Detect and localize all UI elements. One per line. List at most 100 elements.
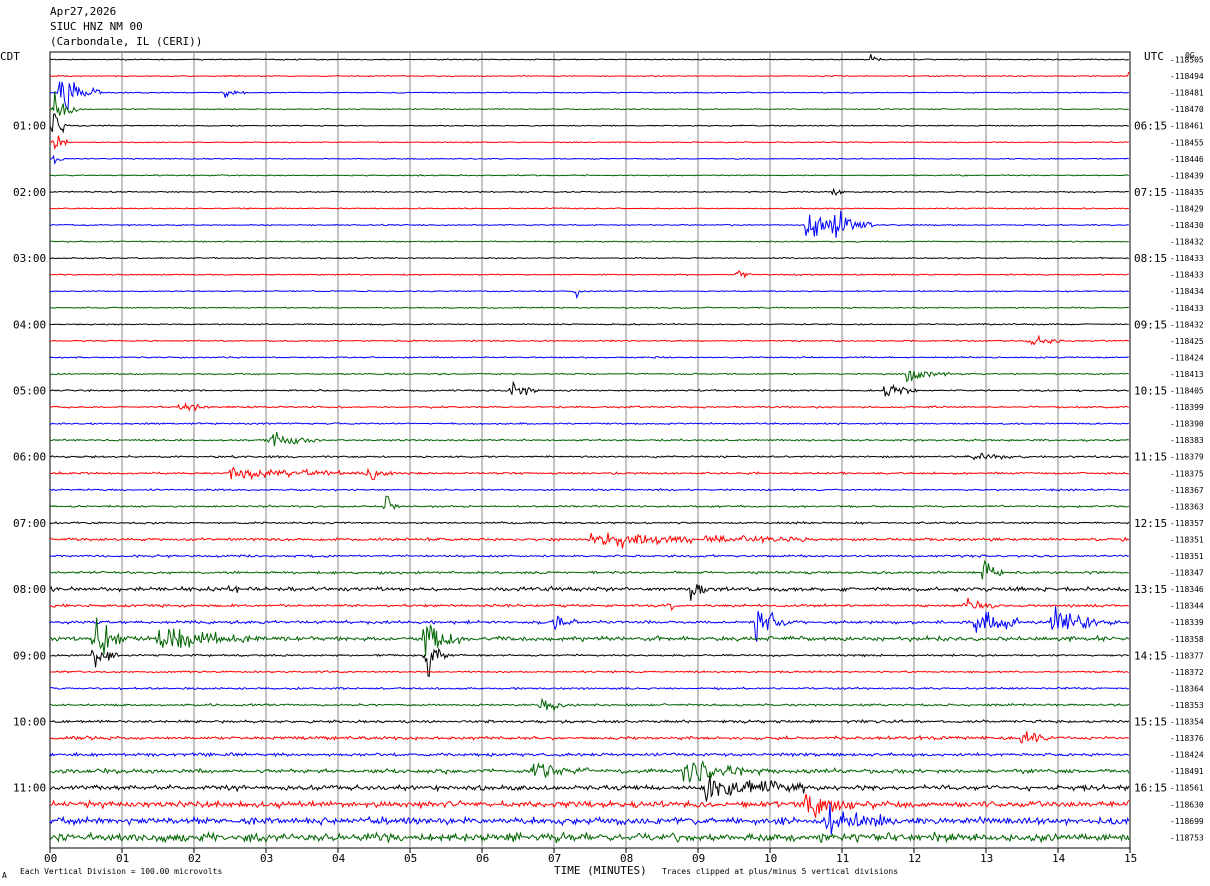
trace-count-label: -118425 [1170,337,1204,346]
left-hour-label: 10:00 [13,716,46,729]
trace-line [49,751,1130,758]
trace-line [49,154,1130,165]
trace-line [49,686,1130,691]
trace-line [49,559,1129,580]
trace-count-label: -118446 [1170,155,1204,164]
trace-line [49,803,1130,835]
trace-count-label: -118491 [1170,767,1204,776]
trace-count-label: -118424 [1170,751,1204,760]
trace-count-label: -118375 [1170,469,1204,478]
left-hour-label: 06:00 [13,451,46,464]
trace-count-label: -118432 [1170,238,1204,247]
trace-count-label: -118364 [1170,684,1204,693]
right-hour-label: 16:15 [1134,782,1167,795]
right-timezone-label: UTC [1144,50,1164,63]
left-hour-label: 01:00 [13,120,46,133]
left-hour-label: 11:00 [13,782,46,795]
trace-line [49,91,1129,116]
x-tick-label: 02 [188,852,201,865]
right-hour-label: 07:15 [1134,186,1167,199]
trace-line [49,289,1130,300]
chart-date: Apr27,2026 [50,5,116,18]
trace-count-label: -118413 [1170,370,1204,379]
trace-count-label: -118433 [1170,304,1204,313]
corner-mark: A [2,871,7,880]
scale-note: Each Vertical Division = 100.00 microvol… [20,867,222,876]
trace-count-label: -118353 [1170,701,1204,710]
right-hour-label: 15:15 [1134,716,1167,729]
right-hour-label: 13:15 [1134,583,1167,596]
x-tick-label: 05 [404,852,417,865]
trace-line [49,584,1129,601]
trace-count-label: -118494 [1170,72,1204,81]
trace-count-label: -118470 [1170,105,1204,114]
x-tick-label: 15 [1124,852,1137,865]
trace-line [49,81,1129,112]
plot-frame [49,51,1131,849]
left-hour-label: 08:00 [13,583,46,596]
trace-line [49,597,1129,611]
trace-count-label: -118351 [1170,535,1204,544]
right-hour-label: 06:15 [1134,120,1167,133]
trace-line [49,775,1130,802]
trace-count-label: -118481 [1170,89,1204,98]
trace-line [49,269,1129,279]
trace-line [49,71,1130,78]
x-tick-label: 06 [476,852,489,865]
x-tick-label: 13 [980,852,993,865]
trace-line [49,53,1130,62]
right-hour-label: 12:15 [1134,517,1167,530]
left-hour-label: 02:00 [13,186,46,199]
trace-count-labels: -118505 -118494 -118481 -118470 -118461 -1184… [1170,56,1204,843]
right-hour-label: 11:15 [1134,451,1167,464]
trace-count-label: -118433 [1170,254,1204,263]
trace-line [49,452,1129,461]
x-axis-label: TIME (MINUTES) [554,864,647,877]
trace-count-label: -118377 [1170,651,1204,660]
trace-line [49,697,1130,712]
trace-line [49,553,1130,559]
trace-line [49,173,1130,177]
right-hour-label: 08:15 [1134,252,1167,265]
trace-line [49,488,1129,492]
trace-line [49,240,1129,243]
trace-line [49,306,1129,310]
right-hour-labels: 06:15 07:15 08:15 09:15 10:15 11:15 12:15 13:15… [1134,120,1167,795]
helicorder-chart: Apr27,2026 SIUC HNZ NM 00 (Carbondale, I… [0,5,1204,880]
trace-count-label: -118390 [1170,420,1204,429]
trace-line [49,421,1130,426]
right-hour-label: 14:15 [1134,649,1167,662]
seismic-traces [49,53,1130,844]
trace-line [49,334,1130,346]
x-tick-label: 01 [116,852,129,865]
trace-line [49,256,1130,260]
trace-count-label: -118461 [1170,122,1204,131]
trace-count-label: -118351 [1170,552,1204,561]
trace-line [49,210,1129,238]
trace-line [49,532,1130,549]
trace-count-label: -118505 [1170,56,1204,65]
trace-line [49,520,1130,525]
x-tick-label: 04 [332,852,346,865]
trace-count-label: -118383 [1170,436,1204,445]
station-location: (Carbondale, IL (CERI)) [50,35,202,48]
x-tick-label: 11 [836,852,849,865]
trace-count-label: -118430 [1170,221,1204,230]
left-hour-label: 04:00 [13,318,46,331]
trace-count-label: -118357 [1170,519,1204,528]
trace-line [49,187,1129,197]
left-hour-label: 03:00 [13,252,46,265]
trace-count-label: -118561 [1170,784,1204,793]
left-timezone-label: CDT [0,50,20,63]
trace-count-label: -118339 [1170,618,1204,627]
trace-count-label: -118405 [1170,387,1204,396]
trace-line [49,355,1129,359]
trace-line [50,380,1129,397]
trace-count-label: -118753 [1170,833,1204,842]
trace-line [49,370,1129,383]
x-axis-ticks: 00 01 02 03 04 05 06 07 08 09 10 11 12 13 14 15 [44,848,1137,865]
trace-count-label: -118399 [1170,403,1204,412]
trace-count-label: -118358 [1170,635,1204,644]
trace-count-label: -118429 [1170,204,1204,213]
trace-line [49,830,1130,844]
